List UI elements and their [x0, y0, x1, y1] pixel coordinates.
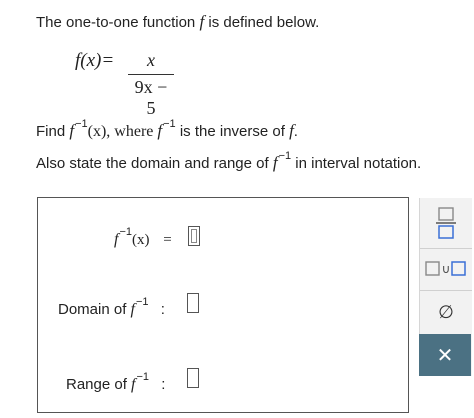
inverse-superscript: −1 [163, 118, 176, 130]
function-formula-lhs: f(x)= [75, 50, 114, 72]
function-symbol: f [130, 301, 135, 318]
question-line-1: The one-to-one function f is defined bel… [36, 12, 319, 32]
formula-numerator: x [147, 50, 155, 70]
answer-panel: f−1(x) = Domain of f−1 : Range of f−1 : [37, 197, 409, 413]
domain-input[interactable] [187, 293, 199, 313]
formula-lhs: f(x)= [75, 50, 115, 71]
question-text: Find [36, 123, 70, 140]
inverse-superscript: −1 [278, 150, 292, 162]
range-input[interactable] [187, 368, 199, 388]
fraction-button[interactable] [420, 202, 472, 244]
empty-set-button[interactable]: ∅ [420, 294, 472, 330]
toolbar-divider [420, 290, 472, 291]
question-text: . [293, 123, 298, 140]
question-text: is the inverse of [175, 123, 290, 140]
box-icon [451, 261, 467, 276]
inverse-function-input[interactable] [188, 226, 200, 246]
clear-button[interactable]: ✕ [419, 334, 471, 376]
question-line-3: Find f−1(x), where f−1 is the inverse of… [36, 118, 298, 141]
toolbar-divider [420, 248, 472, 249]
formula-denominator: 9x − 5 [134, 77, 168, 118]
fraction-icon [436, 207, 456, 239]
question-text: Also state the domain and range of [36, 155, 273, 172]
question-line-4: Also state the domain and range of f−1 i… [36, 150, 421, 173]
colon: : [161, 376, 166, 393]
function-symbol: f [157, 121, 163, 140]
question-text: is defined below. [204, 14, 320, 31]
function-symbol: f [114, 231, 119, 248]
question-text: in interval notation. [291, 155, 422, 172]
range-label: Range of f−1 : [66, 371, 165, 394]
range-label-text: Range of [66, 376, 132, 393]
function-symbol: f [131, 376, 136, 393]
inverse-superscript: −1 [75, 118, 88, 130]
box-icon [424, 261, 440, 276]
function-formula-fraction: x 9x − 5 [128, 50, 174, 119]
union-button[interactable]: ∪ [420, 252, 472, 286]
colon: : [160, 301, 165, 318]
inverse-superscript: −1 [119, 226, 132, 238]
function-symbol: f [272, 153, 278, 172]
inverse-superscript: −1 [136, 296, 149, 308]
domain-label: Domain of f−1 : [58, 296, 165, 319]
fraction-bar [128, 74, 174, 75]
empty-set-icon: ∅ [438, 301, 454, 322]
inverse-function-label: f−1(x) = [114, 226, 172, 249]
close-icon: ✕ [436, 343, 454, 367]
question-text: The one-to-one function [36, 14, 200, 31]
domain-label-text: Domain of [58, 301, 131, 318]
inverse-superscript: −1 [136, 371, 150, 383]
union-icon: ∪ [441, 262, 451, 276]
function-symbol: f [69, 121, 75, 140]
question-text: (x), where [87, 123, 158, 140]
equals-sign: = [163, 232, 172, 248]
function-argument: (x) [132, 232, 150, 248]
